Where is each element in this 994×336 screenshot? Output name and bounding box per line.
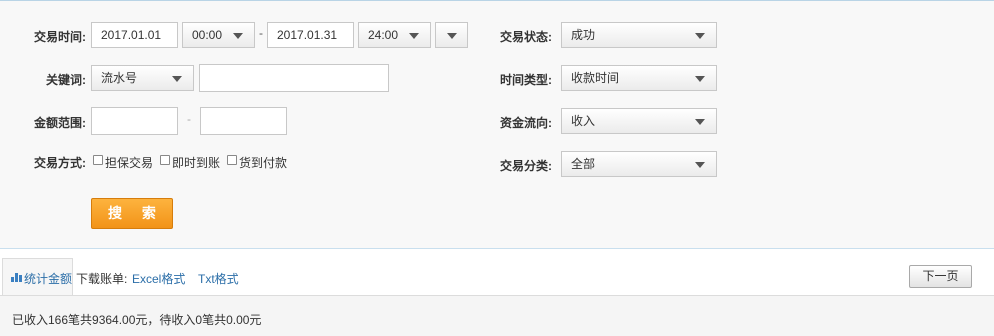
trade-status-select[interactable]: 成功 <box>561 22 717 48</box>
trade-category-select[interactable]: 全部 <box>561 151 717 177</box>
keyword-label: 关键词: <box>46 73 86 87</box>
search-form: 交易时间: 2017.01.01 00:00 - 2017.01.31 24:0… <box>0 1 994 249</box>
fund-flow-label: 资金流向: <box>500 116 552 130</box>
fund-flow-select[interactable]: 收入 <box>561 108 717 134</box>
date-range-separator: - <box>259 26 263 40</box>
caret-down-icon <box>695 119 705 125</box>
caret-down-icon <box>233 33 243 39</box>
amount-max-input[interactable] <box>200 107 287 135</box>
time-type-value: 收款时间 <box>571 71 620 85</box>
date-preset-dropdown[interactable] <box>435 22 468 48</box>
caret-down-icon <box>172 76 182 82</box>
end-date-value: 2017.01.31 <box>277 28 338 42</box>
time-type-label: 时间类型: <box>500 73 552 87</box>
time-type-select[interactable]: 收款时间 <box>561 65 717 91</box>
instant-checkbox-label: 即时到账 <box>172 156 221 170</box>
amount-range-separator: - <box>187 112 191 126</box>
summary-bar: 已收入166笔共9364.00元，待收入0笔共0.00元 <box>0 295 994 336</box>
start-time-value: 00:00 <box>192 28 223 42</box>
search-button[interactable]: 搜 索 <box>91 198 173 229</box>
bar-chart-icon <box>11 273 22 282</box>
excel-download-link[interactable]: Excel格式 <box>132 270 185 287</box>
caret-down-icon <box>695 162 705 168</box>
txt-download-link[interactable]: Txt格式 <box>198 270 239 287</box>
caret-down-icon <box>409 33 419 39</box>
escrow-checkbox[interactable] <box>93 155 103 165</box>
caret-down-icon <box>447 33 457 39</box>
end-date-input[interactable]: 2017.01.31 <box>267 22 354 48</box>
fund-flow-value: 收入 <box>571 114 596 128</box>
trade-method-label: 交易方式: <box>34 156 86 170</box>
start-date-value: 2017.01.01 <box>101 28 162 42</box>
next-page-button[interactable]: 下一页 <box>909 265 972 288</box>
stats-amount-label: 统计金额 <box>24 272 73 286</box>
amount-min-input[interactable] <box>91 107 178 135</box>
trade-status-value: 成功 <box>571 28 596 42</box>
income-summary-text: 已收入166笔共9364.00元，待收入0笔共0.00元 <box>12 313 262 327</box>
caret-down-icon <box>695 33 705 39</box>
end-time-select[interactable]: 24:00 <box>358 22 431 48</box>
trade-status-label: 交易状态: <box>500 30 552 44</box>
amount-range-label: 金额范围: <box>34 116 86 130</box>
trade-category-label: 交易分类: <box>500 159 552 173</box>
result-toolbar: 统计金额 下载账单: Excel格式 Txt格式 下一页 <box>0 249 994 295</box>
trade-time-label: 交易时间: <box>34 30 86 44</box>
cod-checkbox-label: 货到付款 <box>239 156 288 170</box>
start-date-input[interactable]: 2017.01.01 <box>91 22 178 48</box>
download-bill-label: 下载账单: <box>76 272 128 286</box>
keyword-type-value: 流水号 <box>101 71 138 85</box>
caret-down-icon <box>695 76 705 82</box>
keyword-input[interactable] <box>199 64 389 92</box>
escrow-checkbox-label: 担保交易 <box>105 156 154 170</box>
trade-category-value: 全部 <box>571 157 596 171</box>
cod-checkbox[interactable] <box>227 155 237 165</box>
start-time-select[interactable]: 00:00 <box>182 22 255 48</box>
keyword-type-select[interactable]: 流水号 <box>91 65 194 91</box>
instant-checkbox[interactable] <box>160 155 170 165</box>
end-time-value: 24:00 <box>368 28 399 42</box>
stats-amount-tab[interactable]: 统计金额 <box>2 258 73 295</box>
